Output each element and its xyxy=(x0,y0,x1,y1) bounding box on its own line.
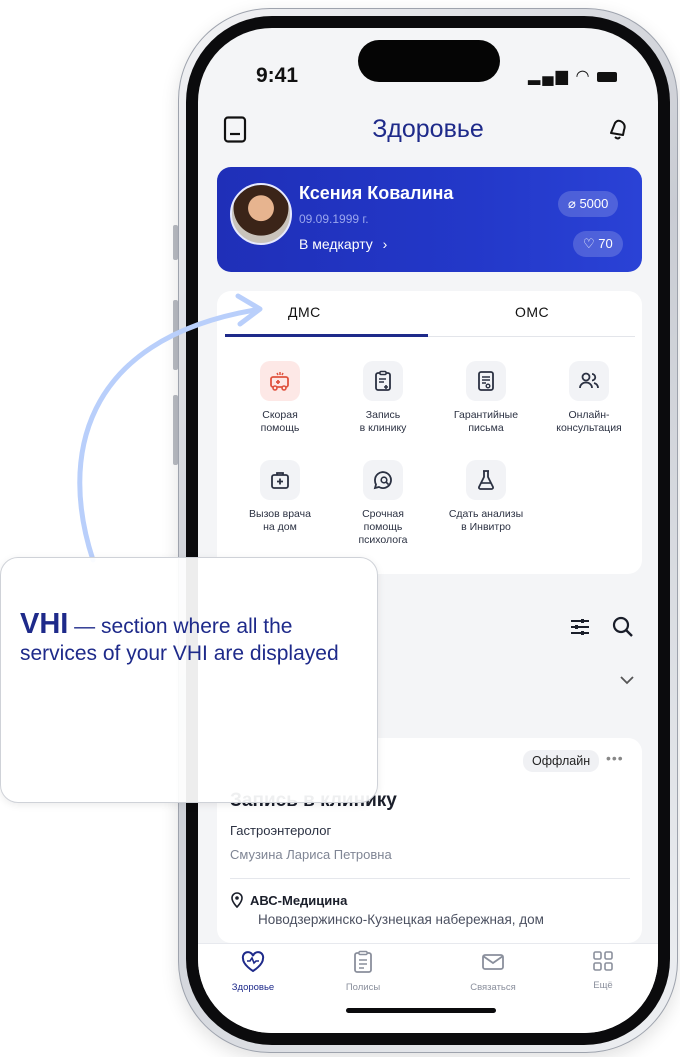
callout-title: VHI xyxy=(20,608,69,640)
annotation-arrow xyxy=(77,293,263,563)
annotation-callout xyxy=(0,557,378,803)
annotation-callout-text: VHI — section where all the services of … xyxy=(20,608,360,667)
callout-description: — section where all the services of your… xyxy=(20,615,339,665)
